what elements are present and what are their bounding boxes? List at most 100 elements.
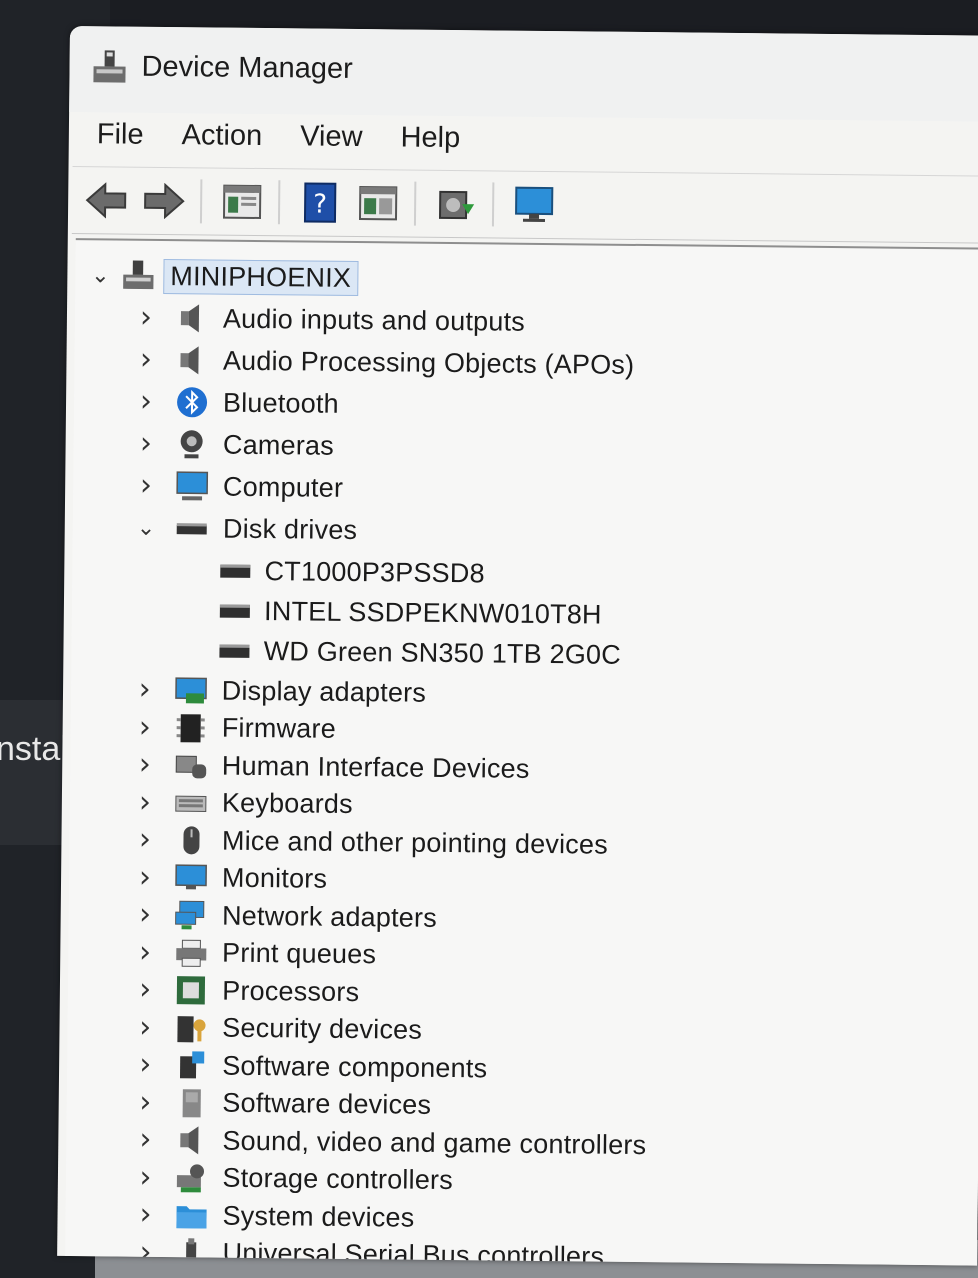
menu-action[interactable]: Action	[181, 119, 282, 164]
disk-drive-item[interactable]: INTEL SSDPEKNW010T8H	[220, 592, 602, 634]
tree-category-label[interactable]: Storage controllers	[222, 1163, 453, 1196]
tree-category-human-interface-devices[interactable]: › Human Interface Devices	[134, 746, 530, 788]
tree-category-keyboards[interactable]: › Keyboards	[134, 783, 353, 823]
tree-category-label[interactable]: Bluetooth	[223, 387, 339, 419]
tree-category-processors[interactable]: › Processors	[134, 971, 359, 1011]
disk-drive-item[interactable]: CT1000P3PSSD8	[220, 552, 485, 593]
chevron-right-icon[interactable]: ›	[134, 1159, 156, 1194]
tree-category-label[interactable]: Software components	[222, 1050, 487, 1084]
tree-root[interactable]: ⌄ MINIPHOENIX	[89, 256, 359, 297]
chevron-right-icon[interactable]: ›	[134, 1084, 156, 1119]
tree-category-security-devices[interactable]: › Security devices	[134, 1008, 422, 1049]
disk-icon	[220, 604, 251, 618]
tree-category-label[interactable]: Sound, video and game controllers	[222, 1125, 646, 1160]
forward-button[interactable]	[140, 177, 189, 226]
device-manager-app-icon	[93, 50, 126, 83]
tree-category-mice-and-other-pointing-devices[interactable]: › Mice and other pointing devices	[134, 821, 608, 864]
tree-category-label[interactable]: Mice and other pointing devices	[222, 825, 608, 860]
title-bar: Device Manager	[69, 26, 978, 122]
tree-category-display-adapters[interactable]: › Display adapters	[134, 671, 427, 712]
help-button[interactable]: ?	[296, 178, 345, 227]
speaker-icon	[180, 304, 200, 333]
menu-help[interactable]: Help	[400, 121, 480, 166]
chevron-right-icon[interactable]: ›	[134, 747, 156, 782]
tree-category-cameras[interactable]: › Cameras	[135, 425, 334, 465]
tree-category-system-devices[interactable]: › System devices	[134, 1196, 414, 1237]
chevron-right-icon[interactable]: ›	[134, 784, 156, 819]
tree-category-label[interactable]: Firmware	[222, 713, 336, 745]
tree-category-storage-controllers[interactable]: › Storage controllers	[134, 1158, 453, 1199]
software-component-icon	[180, 1051, 205, 1079]
computer-icon	[176, 471, 208, 501]
help-icon: ?	[303, 182, 337, 223]
network-icon	[175, 900, 205, 930]
chevron-right-icon[interactable]: ›	[134, 709, 156, 744]
chevron-right-icon[interactable]: ›	[134, 1197, 156, 1232]
chevron-right-icon[interactable]: ›	[134, 1122, 156, 1157]
mouse-icon	[182, 826, 200, 855]
software-device-icon	[182, 1088, 201, 1117]
tree-category-audio-inputs-and-outputs[interactable]: › Audio inputs and outputs	[135, 299, 525, 341]
tree-category-software-devices[interactable]: › Software devices	[134, 1083, 431, 1124]
menu-file[interactable]: File	[97, 118, 164, 163]
speaker-icon	[180, 1126, 199, 1155]
chevron-right-icon[interactable]: ›	[135, 300, 157, 335]
chevron-right-icon[interactable]: ›	[135, 426, 157, 461]
chevron-right-icon[interactable]: ›	[134, 1009, 156, 1044]
tree-category-print-queues[interactable]: › Print queues	[134, 933, 376, 974]
disk-icon	[220, 564, 251, 578]
tree-category-firmware[interactable]: › Firmware	[134, 708, 336, 748]
properties-button[interactable]	[218, 178, 267, 227]
chevron-right-icon[interactable]: ›	[134, 1047, 156, 1082]
tree-category-software-components[interactable]: › Software components	[134, 1046, 487, 1088]
chevron-right-icon[interactable]: ›	[134, 934, 156, 969]
chevron-right-icon[interactable]: ›	[134, 672, 156, 707]
firmware-icon	[176, 713, 205, 742]
chevron-right-icon[interactable]: ›	[134, 972, 156, 1007]
tree-category-monitors[interactable]: › Monitors	[134, 858, 328, 898]
disk-drive-item[interactable]: WD Green SN350 1TB 2G0C	[219, 632, 622, 674]
tree-category-label[interactable]: Human Interface Devices	[222, 750, 530, 784]
chevron-right-icon[interactable]: ›	[135, 342, 157, 377]
chevron-right-icon[interactable]: ›	[134, 897, 156, 932]
tree-category-audio-processing-objects-apos[interactable]: › Audio Processing Objects (APOs)	[135, 341, 635, 384]
scan-hardware-button[interactable]	[432, 180, 481, 229]
properties-icon	[222, 184, 262, 220]
tree-category-label[interactable]: Processors	[222, 975, 359, 1007]
tree-category-label[interactable]: Computer	[223, 471, 343, 503]
tree-category-network-adapters[interactable]: › Network adapters	[134, 896, 437, 937]
chevron-down-icon[interactable]: ⌄	[135, 515, 157, 540]
tree-category-label[interactable]: Disk drives	[223, 513, 358, 545]
tree-category-label[interactable]: Display adapters	[222, 675, 427, 708]
tree-category-label[interactable]: Keyboards	[222, 788, 353, 820]
chevron-right-icon[interactable]: ›	[135, 384, 157, 419]
tree-root-label[interactable]: MINIPHOENIX	[163, 258, 359, 296]
update-driver-button[interactable]	[354, 179, 403, 228]
tree-category-label[interactable]: Audio inputs and outputs	[223, 303, 525, 337]
bluetooth-icon	[176, 387, 207, 418]
toolbar-separator	[277, 180, 281, 225]
tree-category-label[interactable]: Security devices	[222, 1013, 422, 1046]
tree-category-sound-video-and-game-controllers[interactable]: › Sound, video and game controllers	[134, 1121, 646, 1164]
tree-category-label[interactable]: Print queues	[222, 938, 376, 971]
back-button[interactable]	[82, 176, 131, 225]
disk-drive-label[interactable]: WD Green SN350 1TB 2G0C	[264, 636, 622, 671]
disk-drive-label[interactable]: INTEL SSDPEKNW010T8H	[264, 596, 602, 631]
tree-category-computer[interactable]: › Computer	[135, 467, 344, 507]
device-tree: ⌄ MINIPHOENIX › Audio inputs and outputs ›…	[65, 238, 978, 1266]
tree-category-disk-drives[interactable]: ⌄ Disk drives	[135, 509, 358, 549]
tree-category-label[interactable]: Audio Processing Objects (APOs)	[223, 345, 635, 380]
disk-drive-label[interactable]: CT1000P3PSSD8	[264, 556, 485, 589]
chevron-right-icon[interactable]: ›	[134, 859, 156, 894]
chevron-right-icon[interactable]: ›	[135, 468, 157, 503]
tree-category-label[interactable]: Monitors	[222, 863, 327, 895]
monitor-button[interactable]	[510, 181, 559, 230]
tree-category-label[interactable]: Cameras	[223, 429, 334, 461]
tree-category-label[interactable]: Network adapters	[222, 900, 437, 933]
chevron-right-icon[interactable]: ›	[134, 822, 156, 857]
menu-view[interactable]: View	[300, 120, 383, 165]
tree-category-label[interactable]: System devices	[222, 1200, 414, 1233]
tree-category-label[interactable]: Software devices	[222, 1088, 431, 1121]
chevron-down-icon[interactable]: ⌄	[89, 263, 111, 288]
tree-category-bluetooth[interactable]: › Bluetooth	[135, 383, 339, 423]
